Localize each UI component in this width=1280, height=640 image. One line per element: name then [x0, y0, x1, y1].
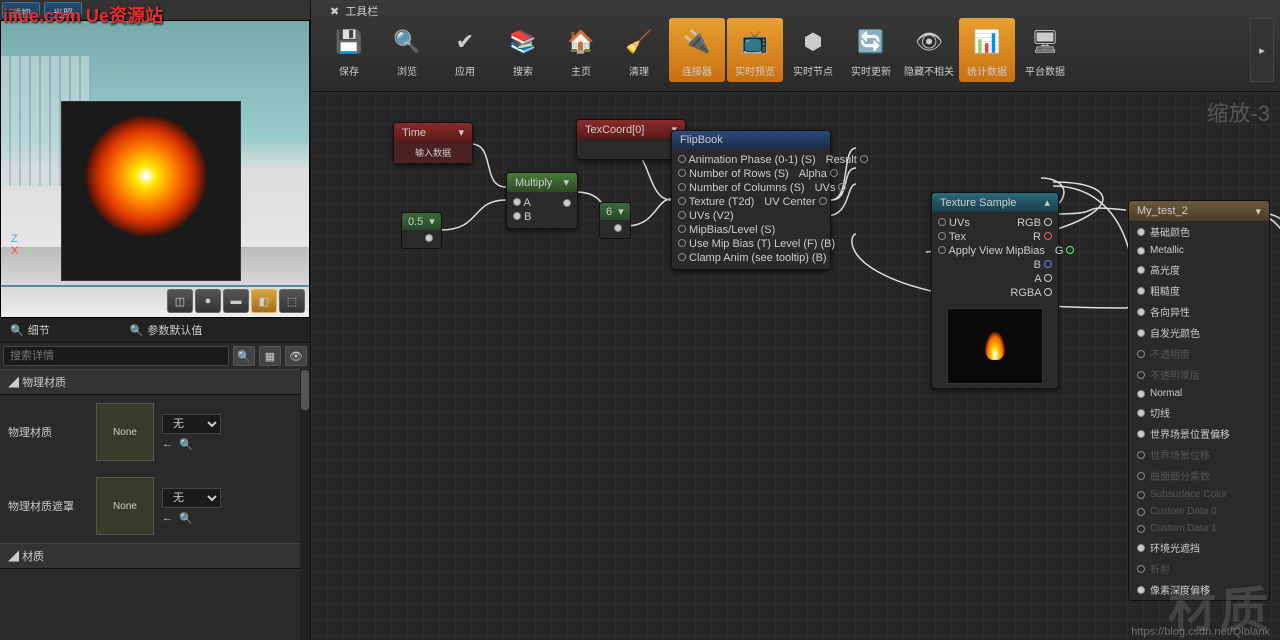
left-panel: 透视 光照 ZXY ◫ ● ▬ ◧ ⬚ 🔍细节 🔍参数默认值 🔍 ▦ 👁 ◢ 物… — [0, 0, 311, 640]
node-flipbook[interactable]: FlipBook Animation Phase (0-1) (S)Result… — [671, 130, 831, 270]
details-panel: ◢ 物理材质 物理材质 None 无 ←🔍 物理材质遮罩 None 无 ←🔍 ◢… — [0, 369, 310, 640]
material-pin-粗糙度[interactable]: 粗糙度 — [1129, 280, 1269, 301]
toolbar-保存[interactable]: 💾保存 — [321, 18, 377, 82]
toolbar-实时节点[interactable]: ⬢实时节点 — [785, 18, 841, 82]
asset-thumbnail[interactable]: None — [96, 477, 154, 535]
material-pin-切线[interactable]: 切线 — [1129, 402, 1269, 423]
toolbar-icon: 🔌 — [680, 25, 714, 59]
material-pin-自发光颜色[interactable]: 自发光颜色 — [1129, 322, 1269, 343]
toolbar-连接器[interactable]: 🔌连接器 — [669, 18, 725, 82]
material-preview-viewport[interactable]: ZXY ◫ ● ▬ ◧ ⬚ — [0, 20, 310, 318]
node-texture-sample[interactable]: Texture Sample▴ UVsRGB TexR Apply View M… — [931, 192, 1059, 389]
material-pin-Normal[interactable]: Normal — [1129, 385, 1269, 402]
texture-preview-thumbnail — [947, 308, 1043, 384]
toolbar-平台数据[interactable]: 🖥平台数据 — [1017, 18, 1073, 82]
prop-physical-material-mask: 物理材质遮罩 None 无 ←🔍 — [0, 469, 310, 543]
toolbar-icon: 📺 — [738, 25, 772, 59]
toolbar-expand-button[interactable]: ▸ — [1250, 18, 1274, 82]
material-pin-世界场景位置偏移[interactable]: 世界场景位置偏移 — [1129, 423, 1269, 444]
section-physical-material[interactable]: ◢ 物理材质 — [0, 369, 310, 395]
toolbar-实时更新[interactable]: 🔄实时更新 — [843, 18, 899, 82]
material-pin-高光度[interactable]: 高光度 — [1129, 259, 1269, 280]
tab-params[interactable]: 🔍参数默认值 — [120, 318, 213, 342]
shape-sphere-button[interactable]: ● — [195, 289, 221, 313]
shape-cylinder-button[interactable]: ◫ — [167, 289, 193, 313]
watermark-topleft: iiiue.com Ue资源站 — [3, 2, 163, 28]
section-material[interactable]: ◢ 材质 — [0, 543, 310, 569]
material-pin-曲面细分乘数: 曲面细分乘数 — [1129, 465, 1269, 486]
view-grid-icon[interactable]: ▦ — [259, 346, 281, 366]
prop-physical-material: 物理材质 None 无 ←🔍 — [0, 395, 310, 469]
zoom-label: 缩放-3 — [1206, 96, 1270, 128]
search-icon: 🔍 — [130, 324, 144, 337]
material-pin-世界场景位移: 世界场景位移 — [1129, 444, 1269, 465]
axis-gizmo: ZXY — [11, 233, 34, 257]
node-const-6[interactable]: 6▾ — [599, 202, 631, 239]
toolbar-清理[interactable]: 🧹清理 — [611, 18, 667, 82]
toolbar-隐藏不相关[interactable]: 👁隐藏不相关 — [901, 18, 957, 82]
asset-back-icon[interactable]: ← — [162, 438, 173, 451]
material-pin-Metallic[interactable]: Metallic — [1129, 242, 1269, 259]
toolbar-icon: 🔄 — [854, 25, 888, 59]
search-input[interactable] — [3, 346, 229, 366]
node-texcoord[interactable]: TexCoord[0]▾ — [576, 119, 686, 160]
search-submit-icon[interactable]: 🔍 — [233, 346, 255, 366]
material-pin-不透明蒙版: 不透明蒙版 — [1129, 364, 1269, 385]
node-multiply[interactable]: Multiply▾ A B — [506, 172, 578, 229]
material-pin-环境光遮挡[interactable]: 环境光遮挡 — [1129, 537, 1269, 558]
asset-browse-icon[interactable]: 🔍 — [179, 512, 193, 525]
shape-plane-button[interactable]: ▬ — [223, 289, 249, 313]
details-scrollbar[interactable] — [300, 369, 310, 640]
toolbar-icon: 🖥 — [1028, 25, 1062, 59]
material-pin-Custom Data 0: Custom Data 0 — [1129, 503, 1269, 520]
view-eye-icon[interactable]: 👁 — [285, 346, 307, 366]
toolbar-应用[interactable]: ✔应用 — [437, 18, 493, 82]
asset-browse-icon[interactable]: 🔍 — [179, 438, 193, 451]
material-pin-各向异性[interactable]: 各向异性 — [1129, 301, 1269, 322]
watermark-url: https://blog.csdn.net/Qlblank — [1131, 626, 1270, 638]
shape-cube-button[interactable]: ◧ — [251, 289, 277, 313]
asset-thumbnail[interactable]: None — [96, 403, 154, 461]
toolbar-主页[interactable]: 🏠主页 — [553, 18, 609, 82]
toolbar-icon: 📊 — [970, 25, 1004, 59]
shape-custom-button[interactable]: ⬚ — [279, 289, 305, 313]
toolbar-icon: 📚 — [506, 25, 540, 59]
toolbar-icon: 🏠 — [564, 25, 598, 59]
node-const-05[interactable]: 0.5▾ — [401, 212, 442, 249]
toolbar-搜索[interactable]: 📚搜索 — [495, 18, 551, 82]
toolbar-header: ✖工具栏 — [322, 0, 386, 22]
wrench-icon: ✖ — [330, 5, 339, 18]
toolbar-icon: 💾 — [332, 25, 366, 59]
toolbar-icon: ✔ — [448, 25, 482, 59]
material-pin-基础颜色[interactable]: 基础颜色 — [1129, 221, 1269, 242]
node-time[interactable]: Time▾ 输入数据 — [393, 122, 473, 164]
tab-details[interactable]: 🔍细节 — [0, 318, 60, 342]
toolbar-浏览[interactable]: 🔍浏览 — [379, 18, 435, 82]
toolbar-icon: ⬢ — [796, 25, 830, 59]
material-pin-Custom Data 1: Custom Data 1 — [1129, 520, 1269, 537]
toolbar-统计数据[interactable]: 📊统计数据 — [959, 18, 1015, 82]
toolbar-icon: 🔍 — [390, 25, 424, 59]
node-material-output[interactable]: My_test_2▾ 基础颜色 Metallic 高光度 粗糙度 各向异性 自发… — [1128, 200, 1270, 601]
material-graph[interactable]: 缩放-3 Time▾ 输入数据 0.5▾ Mult — [311, 92, 1280, 640]
toolbar-实时预览[interactable]: 📺实时预览 — [727, 18, 783, 82]
toolbar-icon: 🧹 — [622, 25, 656, 59]
toolbar: 💾保存🔍浏览✔应用📚搜索🏠主页🧹清理🔌连接器📺实时预览⬢实时节点🔄实时更新👁隐藏… — [311, 0, 1280, 92]
search-icon: 🔍 — [10, 324, 24, 337]
asset-dropdown[interactable]: 无 — [162, 488, 221, 508]
toolbar-icon: 👁 — [912, 25, 946, 59]
material-pin-不透明度: 不透明度 — [1129, 343, 1269, 364]
asset-back-icon[interactable]: ← — [162, 512, 173, 525]
asset-dropdown[interactable]: 无 — [162, 414, 221, 434]
material-pin-Subsurface Color: Subsurface Color — [1129, 486, 1269, 503]
